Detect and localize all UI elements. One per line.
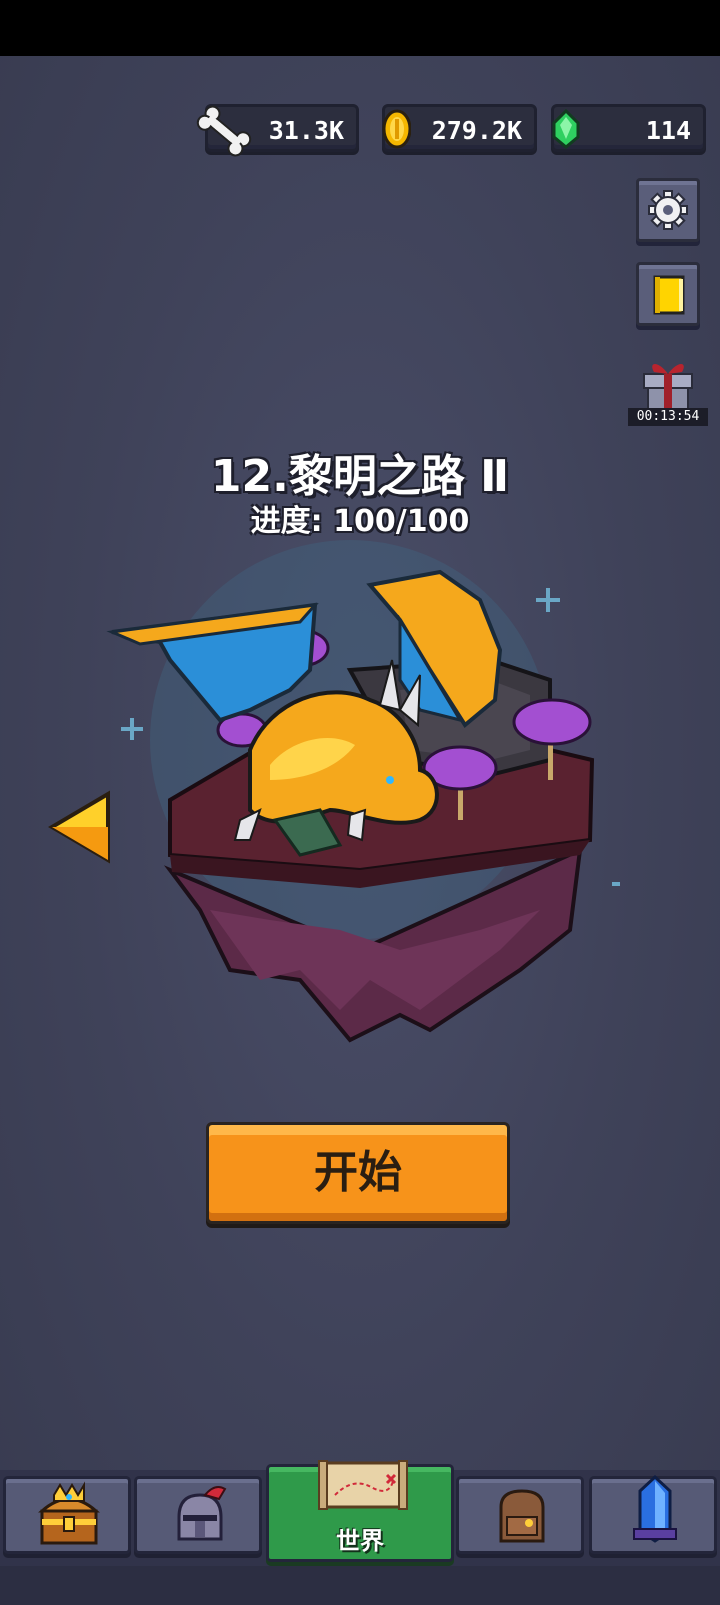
bone-icon	[196, 105, 252, 157]
backpack-icon	[499, 1489, 545, 1543]
gift-timer: 00:13:54	[628, 408, 708, 426]
start-button[interactable]: 开始	[206, 1122, 510, 1224]
bones-counter: 31.3K	[196, 104, 359, 157]
crystal-icon	[633, 1474, 677, 1543]
knight-helmet-icon	[177, 1486, 227, 1541]
status-bar	[0, 0, 720, 56]
book-button[interactable]	[636, 262, 700, 326]
bones-value: 31.3K	[268, 116, 344, 145]
gems-counter: 114	[551, 104, 706, 152]
tab-world-label: 世界	[336, 1527, 384, 1555]
gems-value: 114	[645, 116, 691, 145]
gear-icon	[648, 190, 688, 230]
book-icon	[653, 275, 685, 315]
green-gem-icon	[552, 108, 580, 149]
treasure-chest-icon	[38, 1481, 100, 1545]
gold-value: 279.2K	[431, 116, 522, 145]
gold-counter: 279.2K	[382, 104, 537, 152]
settings-button[interactable]	[636, 178, 700, 242]
dragon-island-illustration[interactable]	[100, 510, 620, 1050]
previous-level-arrow[interactable]	[46, 790, 116, 864]
level-title: 12.黎明之路 Ⅱ	[210, 451, 510, 502]
treasure-map-icon	[318, 1460, 408, 1510]
tab-world[interactable]: 世界	[266, 1460, 454, 1562]
tab-hero[interactable]	[134, 1476, 262, 1554]
bottom-strip	[0, 1566, 720, 1605]
tab-treasure[interactable]	[3, 1476, 131, 1554]
tab-bag[interactable]	[456, 1476, 584, 1554]
tab-crystal[interactable]	[589, 1474, 717, 1554]
gold-coin-icon	[382, 109, 411, 149]
